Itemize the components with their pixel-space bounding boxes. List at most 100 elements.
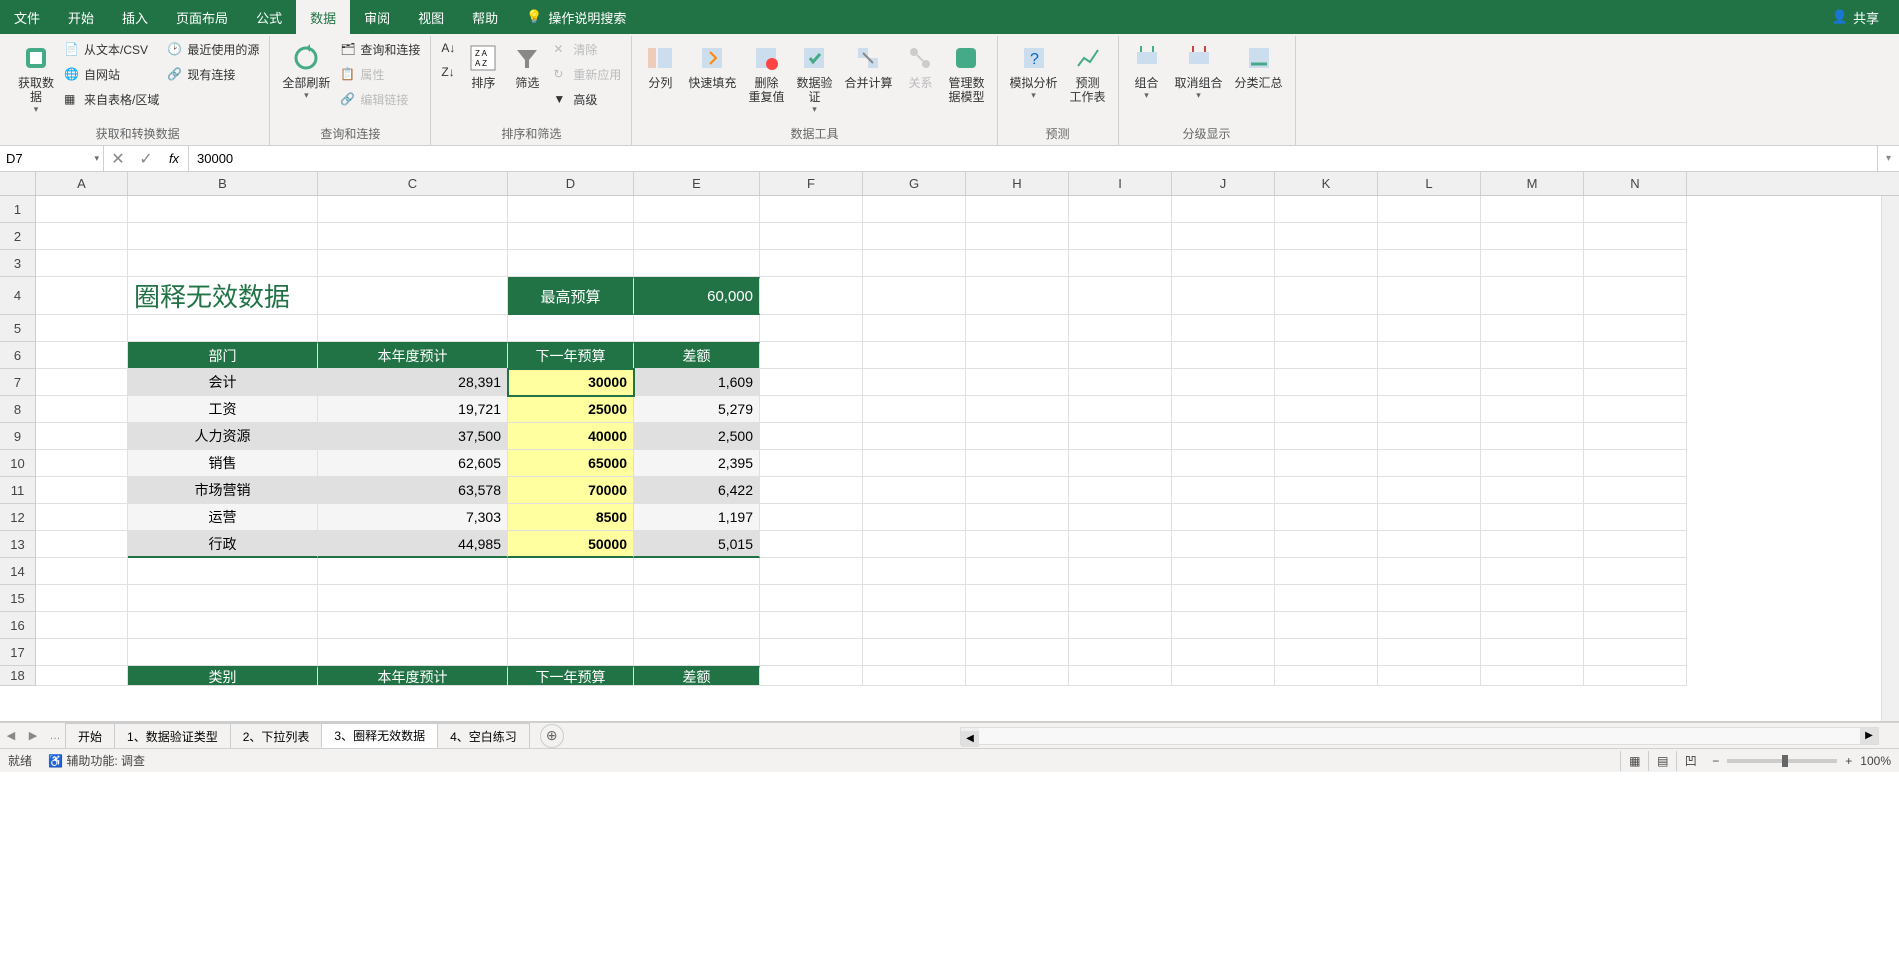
cell-M5[interactable] — [1481, 315, 1584, 342]
menu-insert[interactable]: 插入 — [108, 0, 162, 34]
cell-I2[interactable] — [1069, 223, 1172, 250]
menu-file[interactable]: 文件 — [0, 0, 54, 34]
cell-K18[interactable] — [1275, 666, 1378, 686]
cell-I9[interactable] — [1069, 423, 1172, 450]
row-header[interactable]: 7 — [0, 369, 36, 396]
sort-button[interactable]: Z AA Z 排序 — [463, 40, 503, 92]
cell-C12[interactable]: 7,303 — [318, 504, 508, 531]
column-header-A[interactable]: A — [36, 172, 128, 195]
cell-D9[interactable]: 40000 — [508, 423, 634, 450]
cell-A10[interactable] — [36, 450, 128, 477]
column-header-L[interactable]: L — [1378, 172, 1481, 195]
manage-data-model-button[interactable]: 管理数 据模型 — [944, 40, 988, 106]
cell-B11[interactable]: 市场营销 — [128, 477, 318, 504]
row-header[interactable]: 8 — [0, 396, 36, 423]
cell-J18[interactable] — [1172, 666, 1275, 686]
cell-K1[interactable] — [1275, 196, 1378, 223]
cell-I6[interactable] — [1069, 342, 1172, 369]
cell-I4[interactable] — [1069, 277, 1172, 315]
column-header-N[interactable]: N — [1584, 172, 1687, 195]
cell-D10[interactable]: 65000 — [508, 450, 634, 477]
cell-M3[interactable] — [1481, 250, 1584, 277]
reapply-button[interactable]: ↻重新应用 — [551, 65, 623, 84]
sheet-tab-2[interactable]: 2、下拉列表 — [230, 723, 323, 748]
cell-K14[interactable] — [1275, 558, 1378, 585]
menu-help[interactable]: 帮助 — [458, 0, 512, 34]
cell-C2[interactable] — [318, 223, 508, 250]
cell-H1[interactable] — [966, 196, 1069, 223]
cell-F10[interactable] — [760, 450, 863, 477]
sheet-tab-start[interactable]: 开始 — [65, 723, 115, 748]
cell-D15[interactable] — [508, 585, 634, 612]
cell-N4[interactable] — [1584, 277, 1687, 315]
cell-A11[interactable] — [36, 477, 128, 504]
cell-N15[interactable] — [1584, 585, 1687, 612]
cell-J7[interactable] — [1172, 369, 1275, 396]
filter-button[interactable]: 筛选 — [507, 40, 547, 92]
row-header[interactable]: 15 — [0, 585, 36, 612]
zoom-level[interactable]: 100% — [1860, 754, 1891, 768]
cell-L6[interactable] — [1378, 342, 1481, 369]
cell-B9[interactable]: 人力资源 — [128, 423, 318, 450]
cell-B13[interactable]: 行政 — [128, 531, 318, 558]
tab-scroll-right-button[interactable]: ▶ — [22, 729, 44, 742]
cell-I8[interactable] — [1069, 396, 1172, 423]
formula-input[interactable]: 30000 — [189, 146, 1877, 171]
cell-H13[interactable] — [966, 531, 1069, 558]
cell-M15[interactable] — [1481, 585, 1584, 612]
cell-H2[interactable] — [966, 223, 1069, 250]
cell-B1[interactable] — [128, 196, 318, 223]
tell-me-search[interactable]: 💡 操作说明搜索 — [512, 0, 640, 34]
cell-M14[interactable] — [1481, 558, 1584, 585]
column-header-C[interactable]: C — [318, 172, 508, 195]
cell-N14[interactable] — [1584, 558, 1687, 585]
cell-M6[interactable] — [1481, 342, 1584, 369]
cell-H4[interactable] — [966, 277, 1069, 315]
cell-I11[interactable] — [1069, 477, 1172, 504]
cell-L3[interactable] — [1378, 250, 1481, 277]
cell-I1[interactable] — [1069, 196, 1172, 223]
cell-A9[interactable] — [36, 423, 128, 450]
cell-K16[interactable] — [1275, 612, 1378, 639]
cell-D4[interactable]: 最高预算 — [508, 277, 634, 315]
cell-I17[interactable] — [1069, 639, 1172, 666]
properties-button[interactable]: 📋属性 — [338, 65, 422, 84]
edit-links-button[interactable]: 🔗编辑链接 — [338, 90, 422, 109]
cell-F9[interactable] — [760, 423, 863, 450]
cell-A3[interactable] — [36, 250, 128, 277]
tab-more-button[interactable]: … — [44, 730, 66, 742]
menu-layout[interactable]: 页面布局 — [162, 0, 242, 34]
cell-A17[interactable] — [36, 639, 128, 666]
cell-K15[interactable] — [1275, 585, 1378, 612]
cell-B7[interactable]: 会计 — [128, 369, 318, 396]
expand-formula-bar-button[interactable]: ▾ — [1877, 146, 1899, 171]
sheet-tab-1[interactable]: 1、数据验证类型 — [114, 723, 231, 748]
cell-I14[interactable] — [1069, 558, 1172, 585]
cell-A15[interactable] — [36, 585, 128, 612]
cell-N6[interactable] — [1584, 342, 1687, 369]
column-header-F[interactable]: F — [760, 172, 863, 195]
cell-B12[interactable]: 运营 — [128, 504, 318, 531]
consolidate-button[interactable]: 合并计算 — [840, 40, 896, 92]
cell-F4[interactable] — [760, 277, 863, 315]
cell-D1[interactable] — [508, 196, 634, 223]
row-header[interactable]: 18 — [0, 666, 36, 686]
queries-connections-button[interactable]: 🗂查询和连接 — [338, 40, 422, 59]
column-header-H[interactable]: H — [966, 172, 1069, 195]
cell-C9[interactable]: 37,500 — [318, 423, 508, 450]
cell-A7[interactable] — [36, 369, 128, 396]
cell-L12[interactable] — [1378, 504, 1481, 531]
tab-scroll-left-button[interactable]: ◀ — [0, 729, 22, 742]
share-button[interactable]: 👤 共享 — [1832, 8, 1879, 27]
cell-E12[interactable]: 1,197 — [634, 504, 760, 531]
cell-M18[interactable] — [1481, 666, 1584, 686]
cell-D13[interactable]: 50000 — [508, 531, 634, 558]
zoom-out-button[interactable]: − — [1712, 754, 1719, 768]
menu-home[interactable]: 开始 — [54, 0, 108, 34]
cell-H18[interactable] — [966, 666, 1069, 686]
cell-N5[interactable] — [1584, 315, 1687, 342]
cell-I15[interactable] — [1069, 585, 1172, 612]
fx-label[interactable]: fx — [160, 151, 188, 166]
cell-E6[interactable]: 差额 — [634, 342, 760, 369]
cell-D3[interactable] — [508, 250, 634, 277]
